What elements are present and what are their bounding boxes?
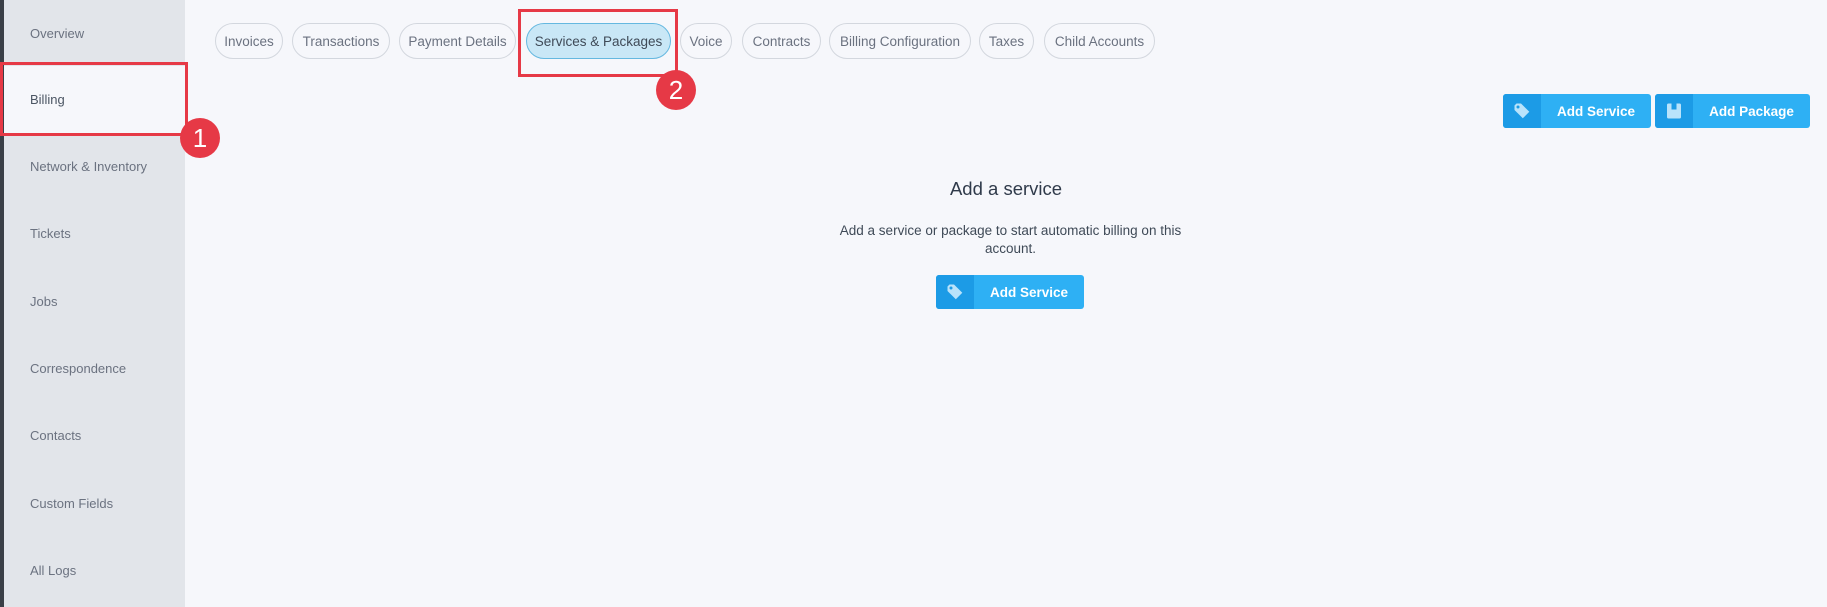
add-package-button[interactable]: Add Package xyxy=(1655,94,1810,128)
tab-services-packages[interactable]: Services & Packages xyxy=(526,23,671,59)
sidebar-item-network-inventory[interactable]: Network & Inventory xyxy=(4,133,185,200)
sidebar-item-custom-fields[interactable]: Custom Fields xyxy=(4,470,185,537)
sidebar-item-label: All Logs xyxy=(30,563,77,578)
sidebar-item-label: Custom Fields xyxy=(30,496,114,511)
tab-transactions[interactable]: Transactions xyxy=(292,23,390,59)
add-service-label: Add Service xyxy=(1556,103,1636,119)
sidebar-item-jobs[interactable]: Jobs xyxy=(4,268,185,335)
sidebar-item-overview[interactable]: Overview xyxy=(4,0,185,67)
tab-payment-details[interactable]: Payment Details xyxy=(399,23,516,59)
sidebar-item-label: Jobs xyxy=(30,294,58,309)
tab-child-accounts[interactable]: Child Accounts xyxy=(1044,23,1155,59)
tab-taxes[interactable]: Taxes xyxy=(979,23,1034,59)
annotation-badge-1: 1 xyxy=(180,118,220,158)
empty-state-title: Add a service xyxy=(949,178,1063,199)
sidebar-item-label: Correspondence xyxy=(30,361,127,376)
sidebar-item-label: Network & Inventory xyxy=(30,159,148,174)
tab-contracts[interactable]: Contracts xyxy=(742,23,821,59)
annotation-badge-2: 2 xyxy=(656,70,696,110)
add-service-button[interactable]: Add Service xyxy=(1503,94,1651,128)
sidebar-item-contacts[interactable]: Contacts xyxy=(4,402,185,469)
sidebar-item-tickets[interactable]: Tickets xyxy=(4,200,185,267)
sidebar-item-label: Tickets xyxy=(30,226,71,241)
empty-state-add-service-button[interactable]: Add Service xyxy=(936,275,1084,309)
empty-state-description: Add a service or package to start automa… xyxy=(839,223,1182,256)
tab-voice[interactable]: Voice xyxy=(680,23,732,59)
tab-billing-configuration[interactable]: Billing Configuration xyxy=(829,23,971,59)
sidebar: Overview Billing Network & Inventory Tic… xyxy=(0,0,185,607)
add-package-label: Add Package xyxy=(1709,103,1794,119)
tag-icon xyxy=(1503,94,1541,128)
sidebar-item-all-logs[interactable]: All Logs xyxy=(4,537,185,604)
tag-icon xyxy=(936,275,974,309)
package-icon xyxy=(1655,94,1693,128)
sidebar-item-label: Contacts xyxy=(30,428,82,443)
sidebar-item-label: Billing xyxy=(30,92,65,107)
tab-invoices[interactable]: Invoices xyxy=(215,23,283,59)
sidebar-item-correspondence[interactable]: Correspondence xyxy=(4,335,185,402)
sidebar-item-label: Overview xyxy=(30,26,85,41)
add-service-label: Add Service xyxy=(989,284,1069,300)
sidebar-item-billing[interactable]: Billing xyxy=(4,66,185,133)
